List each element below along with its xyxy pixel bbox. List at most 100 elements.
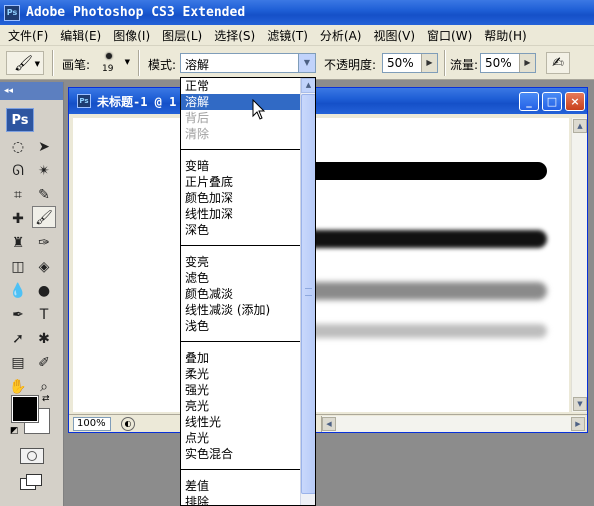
eyedropper-tool-icon[interactable]: ✐ bbox=[32, 352, 56, 374]
scroll-up-icon[interactable]: ▲ bbox=[301, 78, 315, 93]
chevron-down-icon: ▼ bbox=[298, 54, 315, 72]
blend-mode-option[interactable]: 颜色减淡 bbox=[181, 286, 300, 302]
path-selection-tool-icon[interactable]: ➚ bbox=[6, 328, 30, 350]
brush-stroke bbox=[303, 230, 547, 248]
menu-separator bbox=[181, 462, 300, 478]
vertical-scrollbar[interactable]: ▲ ▼ bbox=[571, 118, 587, 412]
mode-value: 溶解 bbox=[185, 58, 210, 72]
healing-brush-tool-icon[interactable]: ✚ bbox=[6, 208, 30, 230]
status-bar: 100% ◐ ◀ ▶ bbox=[69, 414, 587, 432]
lasso-tool-icon[interactable]: ᘏ bbox=[6, 160, 30, 182]
scroll-down-icon[interactable]: ▼ bbox=[573, 397, 587, 411]
blend-mode-option[interactable]: 滤色 bbox=[181, 270, 300, 286]
brush-stroke bbox=[303, 162, 547, 180]
eraser-tool-icon[interactable]: ◫ bbox=[6, 256, 30, 278]
blend-mode-option[interactable]: 溶解 bbox=[181, 94, 300, 110]
history-brush-tool-icon[interactable]: ✑ bbox=[32, 232, 56, 254]
airbrush-icon[interactable]: ✍ bbox=[546, 52, 570, 74]
quick-mask-icon bbox=[27, 451, 37, 461]
marquee-tool-icon[interactable]: ◌ bbox=[6, 136, 30, 158]
blend-mode-option[interactable]: 实色混合 bbox=[181, 446, 300, 462]
menu-analysis[interactable]: 分析(A) bbox=[314, 27, 368, 44]
mode-label: 模式: bbox=[148, 58, 177, 72]
navigator-icon[interactable]: ◐ bbox=[121, 417, 135, 431]
separator bbox=[52, 50, 54, 76]
menu-layer[interactable]: 图层(L) bbox=[156, 27, 208, 44]
menu-filter[interactable]: 滤镜(T) bbox=[261, 27, 314, 44]
blend-mode-option[interactable]: 变亮 bbox=[181, 254, 300, 270]
menu-file[interactable]: 文件(F) bbox=[2, 27, 54, 44]
pen-tool-icon[interactable]: ✒ bbox=[6, 304, 30, 326]
notes-tool-icon[interactable]: ▤ bbox=[6, 352, 30, 374]
slice-tool-icon[interactable]: ✎ bbox=[32, 184, 56, 206]
menu-window[interactable]: 窗口(W) bbox=[421, 27, 478, 44]
brush-tool-icon[interactable]: 🖌 bbox=[32, 206, 56, 228]
blend-mode-option: 背后 bbox=[185, 111, 210, 125]
crop-tool-icon[interactable]: ⌗ bbox=[6, 184, 30, 206]
scroll-left-icon[interactable]: ◀ bbox=[322, 417, 336, 431]
blend-mode-option: 清除 bbox=[185, 127, 210, 141]
brush-label: 画笔: bbox=[62, 58, 91, 72]
dodge-tool-icon[interactable]: ● bbox=[32, 280, 56, 302]
blend-mode-option[interactable]: 深色 bbox=[181, 222, 300, 238]
magic-wand-tool-icon[interactable]: ✴ bbox=[32, 160, 56, 182]
menu-edit[interactable]: 编辑(E) bbox=[54, 27, 107, 44]
maximize-button[interactable]: □ bbox=[542, 92, 562, 111]
scroll-right-icon[interactable]: ▶ bbox=[571, 417, 585, 431]
blend-mode-option[interactable]: 颜色加深 bbox=[181, 190, 300, 206]
blend-mode-option[interactable]: 叠加 bbox=[181, 350, 300, 366]
dropdown-scrollbar[interactable]: ▲ bbox=[300, 78, 315, 505]
blend-mode-option[interactable]: 线性加深 bbox=[181, 206, 300, 222]
blend-mode-option[interactable]: 正片叠底 bbox=[181, 174, 300, 190]
opacity-field[interactable]: 50% ▶ bbox=[382, 53, 438, 73]
chevron-right-icon[interactable]: ▶ bbox=[421, 54, 437, 72]
menu-help[interactable]: 帮助(H) bbox=[478, 27, 532, 44]
swap-colors-icon[interactable]: ⇄ bbox=[42, 394, 50, 404]
blend-mode-option[interactable]: 点光 bbox=[181, 430, 300, 446]
blend-mode-option[interactable]: 强光 bbox=[181, 382, 300, 398]
quick-mask-button[interactable] bbox=[20, 448, 44, 464]
menu-view[interactable]: 视图(V) bbox=[367, 27, 421, 44]
clone-stamp-tool-icon[interactable]: ♜ bbox=[6, 232, 30, 254]
document-canvas[interactable] bbox=[73, 118, 569, 412]
mode-select[interactable]: 溶解 ▼ bbox=[180, 53, 316, 73]
blend-mode-option[interactable]: 排除 bbox=[181, 494, 300, 505]
blend-mode-option[interactable]: 柔光 bbox=[181, 366, 300, 382]
hand-tool-icon[interactable]: ✋ bbox=[6, 376, 30, 398]
scroll-up-icon[interactable]: ▲ bbox=[573, 119, 587, 133]
document-title: 未标题-1 @ 1 bbox=[97, 95, 177, 109]
panel-collapse-grip[interactable]: ◂◂ bbox=[0, 82, 63, 100]
scroll-grip-icon bbox=[305, 288, 312, 296]
blur-tool-icon[interactable]: 💧 bbox=[6, 280, 30, 302]
blend-mode-option[interactable]: 变暗 bbox=[181, 158, 300, 174]
zoom-level[interactable]: 100% bbox=[73, 417, 111, 431]
custom-shape-tool-icon[interactable]: ✱ bbox=[32, 328, 56, 350]
chevron-down-icon: ▼ bbox=[34, 60, 40, 68]
horizontal-scrollbar[interactable]: ◀ ▶ bbox=[321, 416, 585, 432]
blend-mode-option[interactable]: 浅色 bbox=[181, 318, 300, 334]
move-tool-icon[interactable]: ➤ bbox=[32, 136, 56, 158]
flow-field[interactable]: 50% ▶ bbox=[480, 53, 536, 73]
document-title-bar[interactable]: Ps 未标题-1 @ 1 _ □ × bbox=[69, 88, 587, 114]
flow-value: 50% bbox=[485, 56, 512, 70]
tool-preset-picker[interactable]: 🖌 ▼ bbox=[6, 51, 44, 75]
blend-mode-option[interactable]: 亮光 bbox=[181, 398, 300, 414]
default-colors-icon[interactable]: ◩ bbox=[10, 426, 19, 436]
brush-size: 19 bbox=[102, 64, 114, 74]
blend-mode-option[interactable]: 差值 bbox=[181, 478, 300, 494]
blend-mode-option[interactable]: 线性减淡 (添加) bbox=[181, 302, 300, 318]
close-button[interactable]: × bbox=[565, 92, 585, 111]
menu-select[interactable]: 选择(S) bbox=[208, 27, 261, 44]
paint-bucket-tool-icon[interactable]: ◈ bbox=[32, 256, 56, 278]
app-title: Adobe Photoshop CS3 Extended bbox=[26, 5, 246, 20]
foreground-color-swatch[interactable] bbox=[11, 395, 39, 423]
minimize-button[interactable]: _ bbox=[519, 92, 539, 111]
blend-mode-option[interactable]: 线性光 bbox=[181, 414, 300, 430]
blend-mode-option[interactable]: 正常 bbox=[181, 78, 300, 94]
screen-mode-button[interactable] bbox=[20, 474, 48, 492]
opacity-label: 不透明度: bbox=[324, 58, 377, 72]
menu-image[interactable]: 图像(I) bbox=[107, 27, 156, 44]
type-tool-icon[interactable]: T bbox=[32, 304, 56, 326]
brush-picker[interactable]: 19 ▼ bbox=[92, 50, 130, 76]
chevron-right-icon[interactable]: ▶ bbox=[519, 54, 535, 72]
